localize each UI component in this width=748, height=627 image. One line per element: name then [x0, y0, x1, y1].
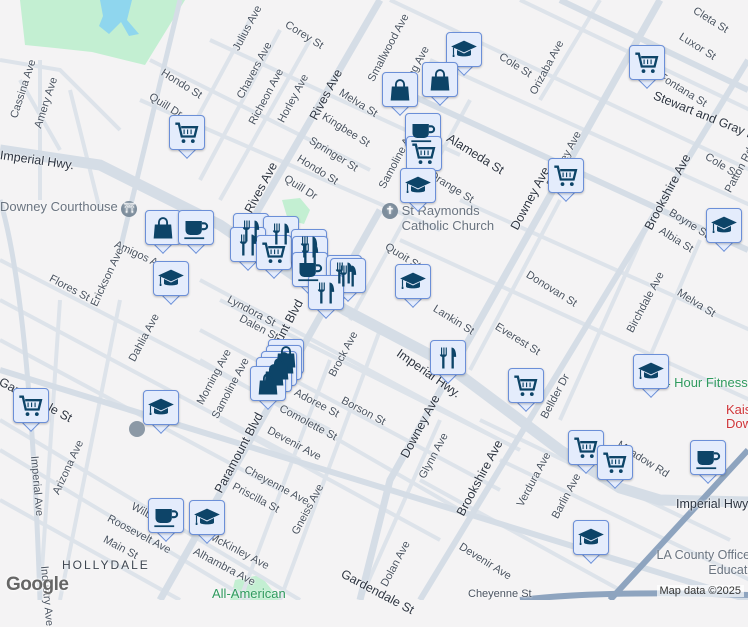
marker-box: [400, 168, 436, 203]
grocery-marker[interactable]: [256, 235, 292, 279]
school-icon: [404, 172, 432, 200]
marker-box: [256, 235, 292, 270]
restaurant-icon: [434, 344, 462, 372]
restaurant-marker[interactable]: [430, 340, 466, 384]
minor-streets: [0, 0, 748, 600]
shopping-marker[interactable]: [250, 366, 286, 410]
grocery-marker[interactable]: [597, 445, 633, 489]
fitness-label[interactable]: 24 Hour Fitness: [656, 375, 748, 390]
lacoe-label[interactable]: LA County Office of Education: [644, 548, 748, 578]
marker-box: [169, 115, 205, 150]
marker-box: [422, 62, 458, 97]
church-icon: ✝: [382, 203, 398, 219]
map-attribution[interactable]: Map data ©2025: [656, 585, 744, 597]
street-label: Imperial Hwy: [676, 497, 748, 511]
kaiser-label[interactable]: Kaiser Downey: [726, 403, 748, 431]
marker-box: [406, 136, 442, 171]
marker-box: [382, 72, 418, 107]
restaurant-icon: [312, 279, 340, 307]
restaurant-marker[interactable]: [308, 275, 344, 319]
place-name: Downey Courthouse: [0, 199, 118, 214]
shopping-marker[interactable]: [145, 210, 181, 254]
school-icon: [577, 524, 605, 552]
school-icon: [147, 394, 175, 422]
courthouse-icon: ⛩: [121, 201, 138, 217]
shopping-marker[interactable]: [422, 62, 458, 106]
cafe-icon: [152, 502, 180, 530]
cafe-marker[interactable]: [690, 440, 726, 484]
grocery-icon: [512, 372, 540, 400]
marker-box: [13, 388, 49, 423]
school-icon: [193, 504, 221, 532]
neighborhood-label: HOLLYDALE: [62, 558, 150, 572]
school-marker[interactable]: [153, 261, 189, 305]
marker-box: [690, 440, 726, 475]
shopping-icon: [426, 66, 454, 94]
marker-box: [430, 340, 466, 375]
marker-box: [143, 390, 179, 425]
school-icon: [399, 268, 427, 296]
all-american-park-label[interactable]: All-American: [212, 586, 286, 601]
marker-box: [153, 261, 189, 296]
school-marker[interactable]: [400, 168, 436, 212]
grocery-icon: [601, 449, 629, 477]
marker-box: [189, 500, 225, 535]
grocery-marker[interactable]: [169, 115, 205, 159]
shopping-marker[interactable]: [382, 72, 418, 116]
school-icon: [710, 212, 738, 240]
marker-box: [548, 158, 584, 193]
marker-box: [706, 208, 742, 243]
cafe-marker[interactable]: [178, 210, 214, 254]
cafe-icon: [182, 214, 210, 242]
shopping-icon: [386, 76, 414, 104]
school-icon: [637, 358, 665, 386]
map-canvas[interactable]: [0, 0, 748, 600]
restaurant-icon: [234, 231, 262, 259]
cafe-icon: [694, 444, 722, 472]
grocery-icon: [260, 239, 288, 267]
marker-box: [573, 520, 609, 555]
grocery-marker[interactable]: [508, 368, 544, 412]
downey-courthouse-label[interactable]: Downey Courthouse ⛩: [0, 199, 138, 217]
marker-box: [178, 210, 214, 245]
marker-box: [145, 210, 181, 245]
school-marker[interactable]: [395, 264, 431, 308]
shopping-icon: [254, 370, 282, 398]
grocery-icon: [572, 434, 600, 462]
grocery-marker[interactable]: [13, 388, 49, 432]
school-marker[interactable]: [633, 354, 669, 398]
grocery-icon: [552, 162, 580, 190]
marker-box: [446, 32, 482, 67]
school-marker[interactable]: [573, 520, 609, 564]
grocery-icon: [410, 140, 438, 168]
grocery-icon: [173, 119, 201, 147]
school-marker[interactable]: [189, 500, 225, 544]
shopping-icon: [149, 214, 177, 242]
marker-box: [633, 354, 669, 389]
major-roads: [0, 0, 748, 600]
marker-box: [629, 45, 665, 80]
marker-box: [597, 445, 633, 480]
grocery-icon: [17, 392, 45, 420]
marker-box: [148, 498, 184, 533]
school-icon: [157, 265, 185, 293]
google-logo: Google: [6, 574, 69, 595]
school-marker[interactable]: [143, 390, 179, 434]
grocery-marker[interactable]: [629, 45, 665, 89]
cafe-marker[interactable]: [148, 498, 184, 542]
marker-box: [308, 275, 344, 310]
marker-box: [250, 366, 286, 401]
grocery-marker[interactable]: [548, 158, 584, 202]
marker-box: [395, 264, 431, 299]
school-icon: [450, 36, 478, 64]
marker-box: [508, 368, 544, 403]
marker-box: [568, 430, 604, 465]
street-label: Cheyenne St: [468, 588, 532, 600]
grocery-icon: [633, 49, 661, 77]
school-marker[interactable]: [706, 208, 742, 252]
